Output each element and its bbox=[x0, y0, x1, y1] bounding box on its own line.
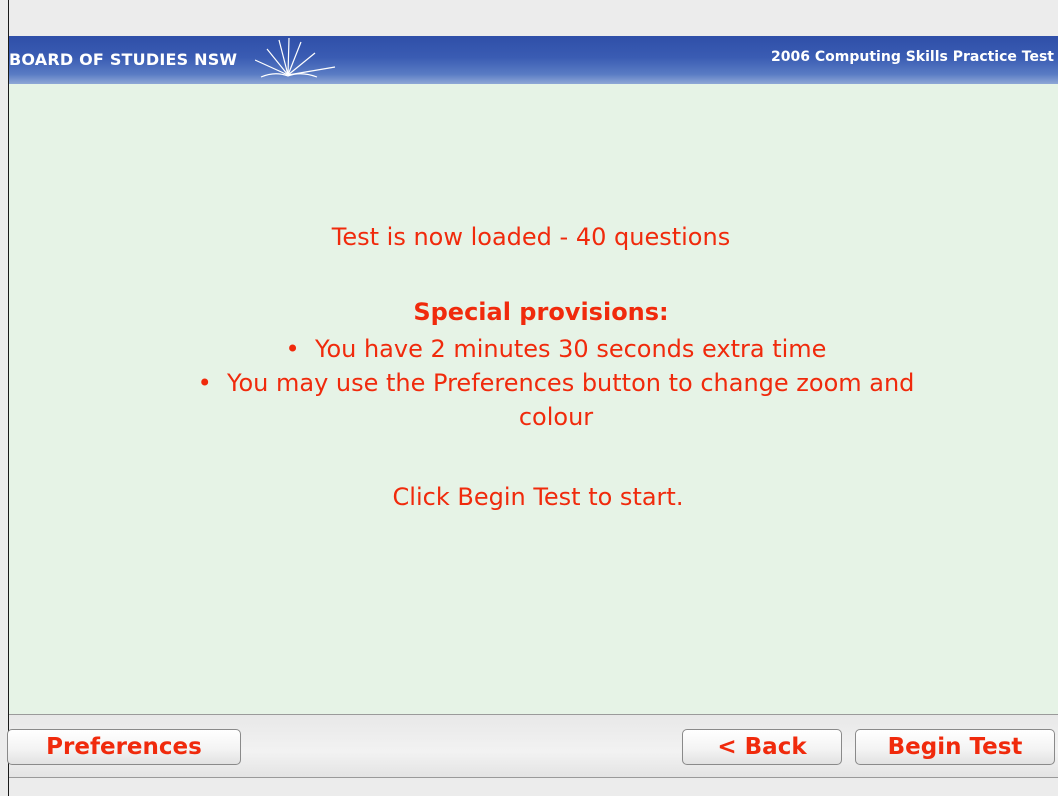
provision-preferences: You may use the Preferences button to ch… bbox=[159, 366, 953, 434]
special-provisions-heading: Special provisions: bbox=[413, 298, 669, 326]
board-of-studies-logo-text: BOARD OF STUDIES NSW bbox=[9, 50, 238, 69]
sunburst-logo-icon bbox=[255, 37, 336, 78]
special-provisions-list: You have 2 minutes 30 seconds extra time… bbox=[159, 332, 953, 434]
test-loaded-panel: Test is now loaded - 40 questions Specia… bbox=[9, 84, 1058, 714]
navigation-footer: Preferences < Back Begin Test bbox=[7, 714, 1058, 778]
header-bar: BOARD OF STUDIES NSW 2006 Computing Skil… bbox=[9, 36, 1058, 84]
test-loaded-message: Test is now loaded - 40 questions bbox=[331, 223, 731, 251]
begin-test-instruction: Click Begin Test to start. bbox=[392, 483, 684, 511]
back-button[interactable]: < Back bbox=[682, 729, 842, 765]
begin-test-button[interactable]: Begin Test bbox=[855, 729, 1055, 765]
window-top-bar bbox=[9, 0, 1058, 36]
test-window: BOARD OF STUDIES NSW 2006 Computing Skil… bbox=[7, 0, 1058, 796]
test-title: 2006 Computing Skills Practice Test bbox=[771, 49, 1054, 65]
provision-extra-time: You have 2 minutes 30 seconds extra time bbox=[159, 332, 953, 366]
window-bottom-bar bbox=[9, 778, 1058, 796]
preferences-button[interactable]: Preferences bbox=[7, 729, 241, 765]
